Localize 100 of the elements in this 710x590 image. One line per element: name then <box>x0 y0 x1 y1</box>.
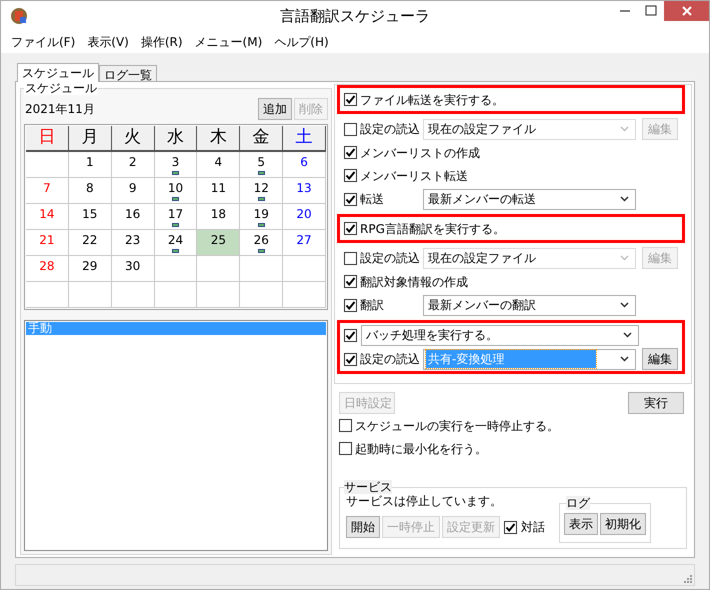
close-button[interactable] <box>664 1 709 21</box>
dropdown[interactable]: 最新メンバーの翻訳 <box>423 294 636 316</box>
day-cell[interactable]: 10 <box>154 178 198 204</box>
weekday-header: 火 <box>112 126 155 152</box>
close-icon <box>680 6 692 16</box>
day-number: 24 <box>168 234 184 247</box>
day-cell[interactable]: 30 <box>112 256 155 282</box>
checkbox-label: スケジュールの実行を一時停止する。 <box>355 418 559 434</box>
day-number: 9 <box>128 182 136 195</box>
day-number: 2 <box>128 156 136 169</box>
checkbox[interactable] <box>344 146 357 159</box>
checkbox[interactable] <box>344 169 357 182</box>
window-title: 言語翻訳スケジューラ <box>280 6 430 27</box>
resize-grip-icon[interactable] <box>684 575 692 583</box>
day-cell[interactable]: 27 <box>283 230 326 256</box>
menu-item[interactable]: ファイル(F) <box>7 33 80 51</box>
day-cell[interactable]: 24 <box>154 230 198 256</box>
menu-item[interactable]: 操作(R) <box>136 33 187 51</box>
day-number: 16 <box>124 208 140 221</box>
group-title: スケジュール <box>24 81 98 95</box>
checkbox-label: 起動時に最小化を行う。 <box>355 440 487 458</box>
day-cell[interactable]: 23 <box>112 230 155 256</box>
day-number: 27 <box>296 234 312 247</box>
day-cell[interactable]: 29 <box>68 256 112 282</box>
empty-day-cell <box>197 282 240 308</box>
day-cell[interactable]: 7 <box>26 178 69 204</box>
day-cell[interactable]: 3 <box>154 152 198 178</box>
day-cell[interactable]: 5 <box>240 152 284 178</box>
day-cell[interactable]: 13 <box>283 178 326 204</box>
empty-day-cell <box>240 282 284 308</box>
empty-day-cell <box>154 282 198 308</box>
day-cell[interactable]: 28 <box>26 256 69 282</box>
day-number: 23 <box>124 234 140 247</box>
dropdown[interactable]: 最新メンバーの転送 <box>423 188 636 210</box>
checkbox[interactable] <box>344 93 357 106</box>
checkbox[interactable] <box>339 419 352 432</box>
chevron-down-icon <box>620 196 629 202</box>
day-cell[interactable]: 9 <box>112 178 155 204</box>
weekday-header: 木 <box>197 126 240 152</box>
day-number: 22 <box>82 234 98 247</box>
day-cell[interactable]: 15 <box>68 204 112 230</box>
tab[interactable]: ログ一覧 <box>99 65 157 81</box>
day-cell[interactable]: 4 <box>197 152 240 178</box>
day-cell[interactable]: 16 <box>112 204 155 230</box>
day-cell[interactable]: 8 <box>68 178 112 204</box>
checkbox-label: 翻訳対象情報の作成 <box>360 274 468 290</box>
empty-day-cell <box>283 256 326 282</box>
checkbox[interactable] <box>344 192 357 206</box>
day-number: 30 <box>124 260 140 273</box>
checkbox[interactable] <box>344 328 357 342</box>
day-cell[interactable]: 14 <box>26 204 69 230</box>
checkbox[interactable] <box>344 222 357 235</box>
button[interactable]: 初期化 <box>600 513 646 535</box>
day-cell[interactable]: 20 <box>283 204 326 230</box>
weekday-header: 土 <box>283 126 326 152</box>
dropdown[interactable]: バッチ処理を実行する。 <box>361 324 639 346</box>
group-title: サービス <box>344 480 392 494</box>
service-status: サービスは停止しています。 <box>346 494 503 508</box>
weekday-header: 水 <box>154 126 198 152</box>
checkbox[interactable] <box>344 352 357 366</box>
checkbox-label: 翻訳 <box>359 297 385 314</box>
weekday-header: 日 <box>26 126 69 152</box>
checkbox[interactable] <box>344 275 357 288</box>
day-cell[interactable]: 25 <box>197 230 240 256</box>
day-cell[interactable]: 11 <box>197 178 240 204</box>
menu-item[interactable]: メニュー(M) <box>190 33 266 51</box>
chevron-down-icon <box>620 302 629 308</box>
day-number: 5 <box>257 156 266 169</box>
checkbox[interactable] <box>504 520 517 534</box>
day-number: 8 <box>86 182 94 195</box>
button[interactable]: 編集 <box>642 348 678 370</box>
day-cell[interactable]: 1 <box>68 152 112 178</box>
checkbox-label: 対話 <box>521 519 545 536</box>
tab[interactable]: スケジュール <box>17 63 99 82</box>
day-cell[interactable]: 19 <box>240 204 284 230</box>
day-cell[interactable]: 12 <box>240 178 284 204</box>
day-number: 20 <box>296 208 312 221</box>
day-cell[interactable]: 2 <box>112 152 155 178</box>
checkbox-label: メンバーリストの作成 <box>360 144 480 162</box>
day-number: 6 <box>300 156 308 169</box>
checkbox-label: 転送 <box>359 191 385 208</box>
checkbox[interactable] <box>344 298 357 312</box>
day-cell[interactable]: 6 <box>283 152 326 178</box>
day-cell[interactable]: 21 <box>26 230 69 256</box>
menu-item[interactable]: 表示(V) <box>83 33 133 51</box>
day-number: 11 <box>210 182 226 195</box>
checkbox[interactable] <box>339 442 352 455</box>
day-cell[interactable]: 18 <box>197 204 240 230</box>
button[interactable]: 表示 <box>564 513 598 535</box>
empty-day-cell <box>197 256 240 282</box>
day-cell[interactable]: 17 <box>154 204 198 230</box>
menu-item[interactable]: ヘルプ(H) <box>270 33 333 51</box>
chevron-down-icon <box>620 126 629 132</box>
button[interactable]: 開始 <box>346 516 380 538</box>
day-cell[interactable]: 22 <box>68 230 112 256</box>
button[interactable]: 追加 <box>258 98 292 120</box>
day-cell[interactable]: 26 <box>240 230 284 256</box>
day-number: 26 <box>254 234 269 247</box>
button[interactable]: 実行 <box>628 392 684 414</box>
chevron-down-icon <box>623 332 632 338</box>
